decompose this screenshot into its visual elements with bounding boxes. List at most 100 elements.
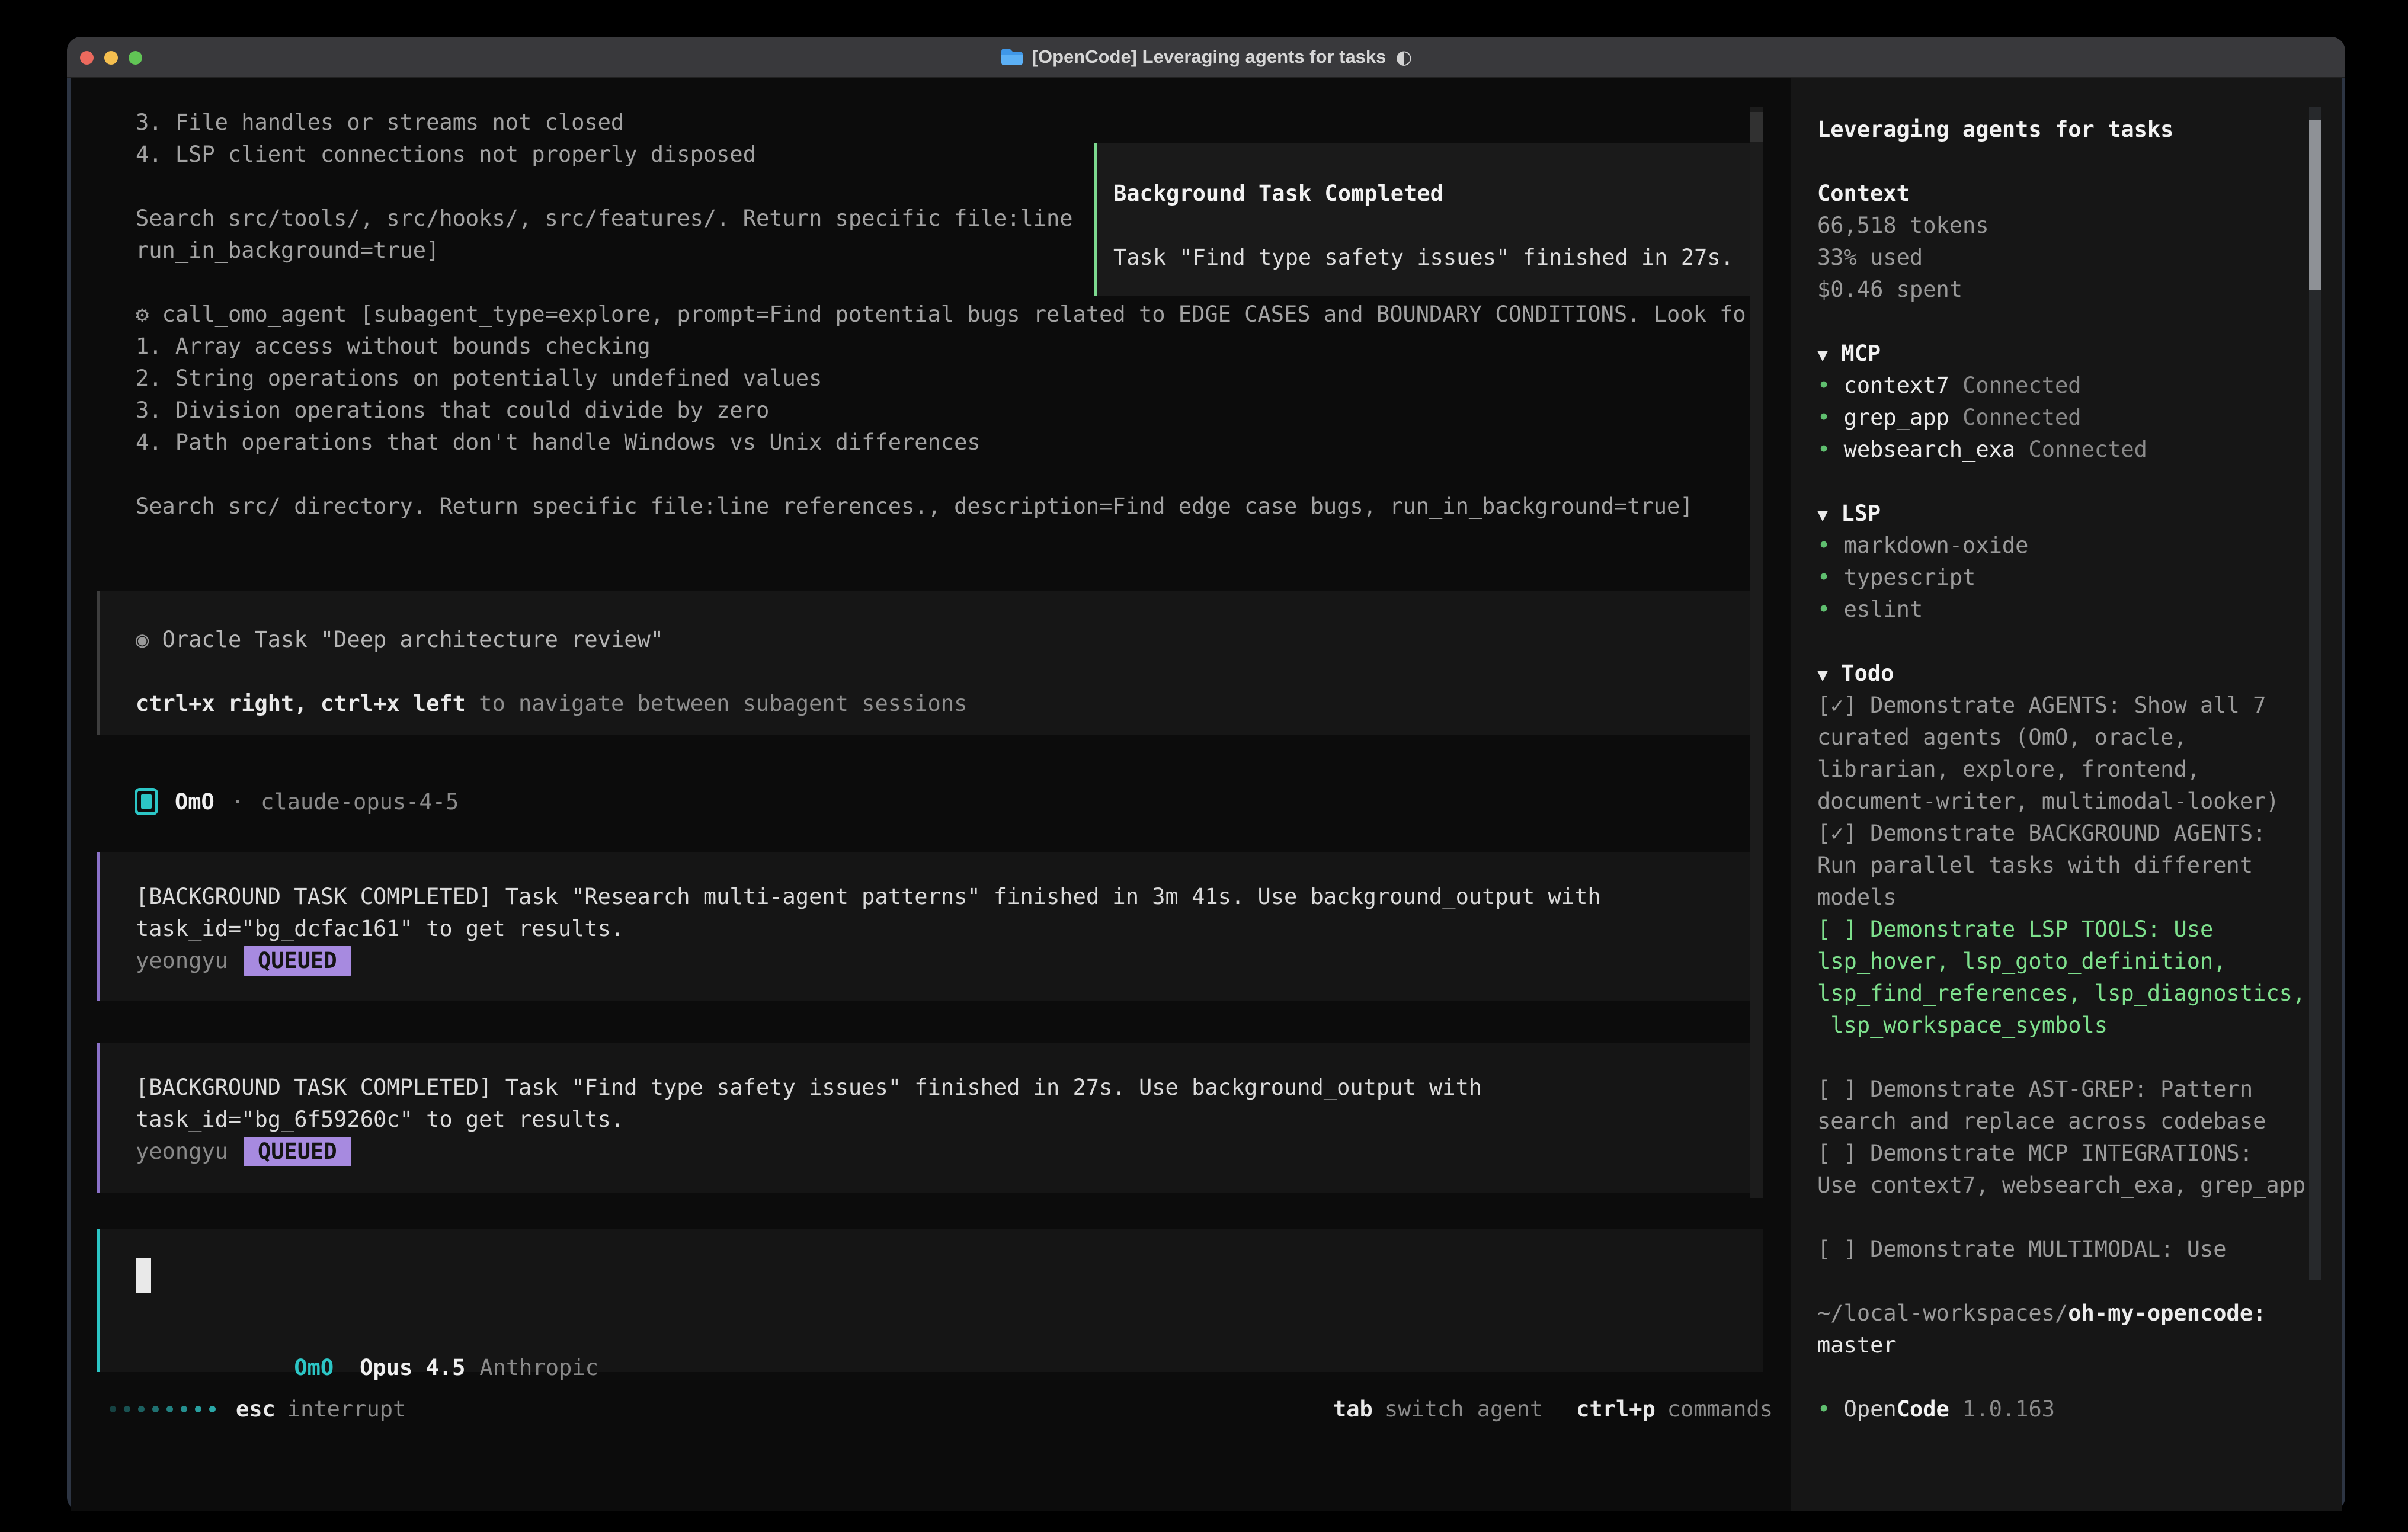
subagent-nav-hint: ctrl+x right, ctrl+x left to navigate be…	[136, 688, 1763, 720]
context-tokens: 66,518 tokens	[1817, 210, 2342, 242]
mcp-item: • websearch_exa Connected	[1817, 434, 2342, 466]
lsp-item: • markdown-oxide	[1817, 530, 2342, 562]
task-meta-row: yeongyu QUEUED	[136, 945, 1763, 977]
input-model-label: Opus 4.5	[360, 1355, 465, 1380]
todo-line: lsp_find_references, lsp_diagnostics,	[1817, 977, 2342, 1009]
main-scrollbar-thumb[interactable]	[1750, 112, 1763, 142]
todo-line: [✓] Demonstrate BACKGROUND AGENTS:	[1817, 818, 2342, 850]
chevron-down-icon: ▼	[1817, 665, 1828, 685]
toast-body: Task "Find type safety issues" finished …	[1113, 242, 1760, 274]
input-model-row: OmOOpus 4.5Anthropic	[136, 1320, 598, 1352]
context-spent: $0.46 spent	[1817, 274, 2342, 306]
terminal-line: 3. Division operations that could divide…	[136, 395, 1791, 427]
agent-name: OmO	[175, 789, 214, 815]
ctrlp-key-hint: ctrl+p	[1576, 1396, 1655, 1422]
username: yeongyu	[136, 1139, 228, 1164]
agent-model: claude-opus-4-5	[261, 789, 459, 815]
agent-header: OmO · claude-opus-4-5	[135, 786, 1791, 818]
mcp-name: grep_app	[1844, 405, 1949, 430]
mcp-section-header[interactable]: ▼ MCP	[1817, 338, 2342, 370]
todo-item-done: [✓] Demonstrate AGENTS: Show all 7 curat…	[1817, 690, 2342, 818]
folder-icon	[1000, 47, 1023, 66]
lsp-section-header[interactable]: ▼ LSP	[1817, 498, 2342, 530]
gear-icon: ⚙	[136, 302, 149, 327]
terminal-line: 2. String operations on potentially unde…	[136, 363, 1791, 395]
workspace-path-strong: oh-my-opencode:	[2068, 1300, 2266, 1326]
todo-item-pending: [ ] Demonstrate MCP INTEGRATIONS: Use co…	[1817, 1137, 2342, 1201]
todo-line: lsp_workspace_symbols	[1817, 1009, 2342, 1041]
status-dot-icon: •	[1817, 373, 1830, 398]
oracle-task-title-line: ◉ Oracle Task "Deep architecture review"	[136, 624, 1763, 656]
sidebar-scrollbar[interactable]	[2309, 107, 2321, 1280]
tab-key-hint: tab	[1333, 1396, 1373, 1422]
username: yeongyu	[136, 948, 228, 973]
opencode-name-bold: Code	[1897, 1396, 1949, 1422]
tool-call-line: ⚙ call_omo_agent [subagent_type=explore,…	[136, 299, 1791, 331]
todo-line: [✓] Demonstrate AGENTS: Show all 7	[1817, 690, 2342, 722]
minimize-button[interactable]	[104, 51, 118, 65]
close-button[interactable]	[80, 51, 94, 65]
sidebar-scrollbar-thumb[interactable]	[2309, 120, 2321, 290]
todo-item-pending: [ ] Demonstrate AST-GREP: Pattern search…	[1817, 1073, 2342, 1137]
titlebar: [OpenCode] Leveraging agents for tasks ◐	[67, 37, 2345, 78]
task-message-line: [BACKGROUND TASK COMPLETED] Task "Find t…	[136, 1072, 1763, 1104]
opencode-version: 1.0.163	[1962, 1396, 2055, 1422]
task-message-line: task_id="bg_dcfac161" to get results.	[136, 913, 1763, 945]
task-message-line: task_id="bg_6f59260c" to get results.	[136, 1104, 1763, 1136]
ctrlp-key-label: commands	[1667, 1396, 1773, 1422]
todo-item-active: [ ] Demonstrate LSP TOOLS: Use lsp_hover…	[1817, 914, 2342, 1041]
mcp-name: websearch_exa	[1844, 437, 2016, 462]
toast-title: Background Task Completed	[1113, 178, 1760, 210]
zoom-button[interactable]	[129, 51, 142, 65]
content-area: 3. File handles or streams not closed 4.…	[71, 78, 2342, 1511]
status-left: esc interrupt	[110, 1396, 406, 1422]
opencode-name: Open	[1844, 1396, 1897, 1422]
lsp-name: eslint	[1844, 597, 1923, 622]
todo-line: [ ] Demonstrate MULTIMODAL: Use	[1817, 1233, 2342, 1265]
terminal-pane: 3. File handles or streams not closed 4.…	[71, 78, 1791, 1511]
mcp-item: • grep_app Connected	[1817, 402, 2342, 434]
chevron-down-icon: ▼	[1817, 505, 1828, 525]
mcp-status: Connected	[1962, 373, 2081, 398]
status-bar: esc interrupt tab switch agent ctrl+p co…	[71, 1393, 1791, 1425]
todo-item-done: [✓] Demonstrate BACKGROUND AGENTS: Run p…	[1817, 818, 2342, 914]
mcp-status: Connected	[2028, 437, 2147, 462]
main-scrollbar[interactable]	[1750, 107, 1763, 1198]
status-dot-icon: •	[1817, 1396, 1830, 1422]
oracle-task-title: Oracle Task "Deep architecture review"	[162, 627, 664, 652]
spinner-dots-icon	[110, 1406, 216, 1412]
background-task-message: [BACKGROUND TASK COMPLETED] Task "Find t…	[97, 1043, 1763, 1193]
separator-dot: ·	[231, 789, 244, 815]
terminal-line: 1. Array access without bounds checking	[136, 331, 1791, 363]
todo-line: Use context7, websearch_exa, grep_app	[1817, 1169, 2342, 1201]
window-title: [OpenCode] Leveraging agents for tasks	[1032, 46, 1386, 68]
todo-item-pending: [ ] Demonstrate MULTIMODAL: Use	[1817, 1233, 2342, 1265]
lsp-name: markdown-oxide	[1844, 533, 2029, 558]
workspace-path-dim: ~/local-workspaces/	[1817, 1300, 2068, 1326]
prompt-input[interactable]: OmOOpus 4.5Anthropic	[97, 1229, 1763, 1372]
lsp-item: • typescript	[1817, 562, 2342, 594]
status-dot-icon: •	[1817, 565, 1830, 590]
status-dot-icon: •	[1817, 405, 1830, 430]
status-dot-icon: •	[1817, 533, 1830, 558]
window-title-group: [OpenCode] Leveraging agents for tasks ◐	[1000, 46, 1413, 68]
context-header: Context	[1817, 178, 2342, 210]
workspace-branch: master	[1817, 1329, 2342, 1361]
lsp-item: • eslint	[1817, 594, 2342, 626]
context-used: 33% used	[1817, 242, 2342, 274]
terminal-line: 4. Path operations that don't handle Win…	[136, 427, 1791, 459]
terminal-line: 3. File handles or streams not closed	[136, 107, 1791, 139]
window-controls	[80, 37, 142, 78]
todo-line: librarian, explore, frontend,	[1817, 754, 2342, 786]
mcp-status: Connected	[1962, 405, 2081, 430]
mcp-header-label: MCP	[1841, 341, 1881, 366]
radio-circle-icon: ◉	[136, 627, 149, 652]
tool-call-text: call_omo_agent [subagent_type=explore, p…	[162, 302, 1759, 327]
status-badge: QUEUED	[244, 946, 351, 976]
background-task-toast: Background Task Completed Task "Find typ…	[1094, 143, 1763, 296]
esc-key-hint: esc	[236, 1396, 276, 1422]
todo-section-header[interactable]: ▼ Todo	[1817, 658, 2342, 690]
todo-line: [ ] Demonstrate LSP TOOLS: Use	[1817, 914, 2342, 946]
session-sidebar: Leveraging agents for tasks Context 66,5…	[1791, 78, 2342, 1511]
status-right: tab switch agent ctrl+p commands	[1333, 1396, 1773, 1422]
